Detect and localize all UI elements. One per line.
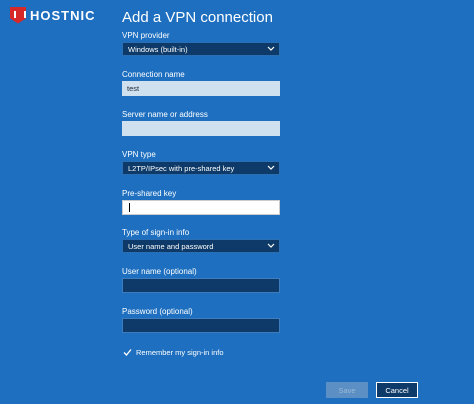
- vpn-provider-label: VPN provider: [122, 31, 170, 40]
- vpn-provider-select[interactable]: Windows (built-in): [122, 42, 280, 56]
- password-label: Password (optional): [122, 307, 193, 316]
- connection-name-input[interactable]: test: [122, 81, 280, 96]
- server-address-label: Server name or address: [122, 110, 208, 119]
- password-input[interactable]: [122, 318, 280, 333]
- signin-type-select[interactable]: User name and password: [122, 239, 280, 253]
- chevron-down-icon: [267, 165, 275, 170]
- connection-name-label: Connection name: [122, 70, 185, 79]
- text-caret: [129, 203, 130, 212]
- remember-checkbox[interactable]: [123, 348, 132, 357]
- vpn-type-value: L2TP/IPsec with pre-shared key: [128, 163, 235, 173]
- save-button[interactable]: Save: [326, 382, 368, 398]
- username-input[interactable]: [122, 278, 280, 293]
- cancel-button[interactable]: Cancel: [376, 382, 418, 398]
- username-label: User name (optional): [122, 267, 197, 276]
- page-title: Add a VPN connection: [122, 9, 273, 26]
- preshared-key-label: Pre-shared key: [122, 189, 177, 198]
- brand-name: HOSTNIC: [30, 7, 96, 23]
- preshared-key-input[interactable]: [122, 200, 280, 215]
- server-address-input[interactable]: [122, 121, 280, 136]
- chevron-down-icon: [267, 243, 275, 248]
- remember-label[interactable]: Remember my sign-in info: [136, 348, 224, 357]
- connection-name-value: test: [127, 84, 140, 93]
- vpn-type-label: VPN type: [122, 150, 156, 159]
- vpn-provider-value: Windows (built-in): [128, 44, 188, 54]
- chevron-down-icon: [267, 46, 275, 51]
- vpn-type-select[interactable]: L2TP/IPsec with pre-shared key: [122, 161, 280, 175]
- signin-type-value: User name and password: [128, 241, 214, 251]
- brand-logo-icon: [10, 6, 26, 24]
- brand-logo: HOSTNIC: [10, 6, 96, 24]
- signin-type-label: Type of sign-in info: [122, 228, 190, 237]
